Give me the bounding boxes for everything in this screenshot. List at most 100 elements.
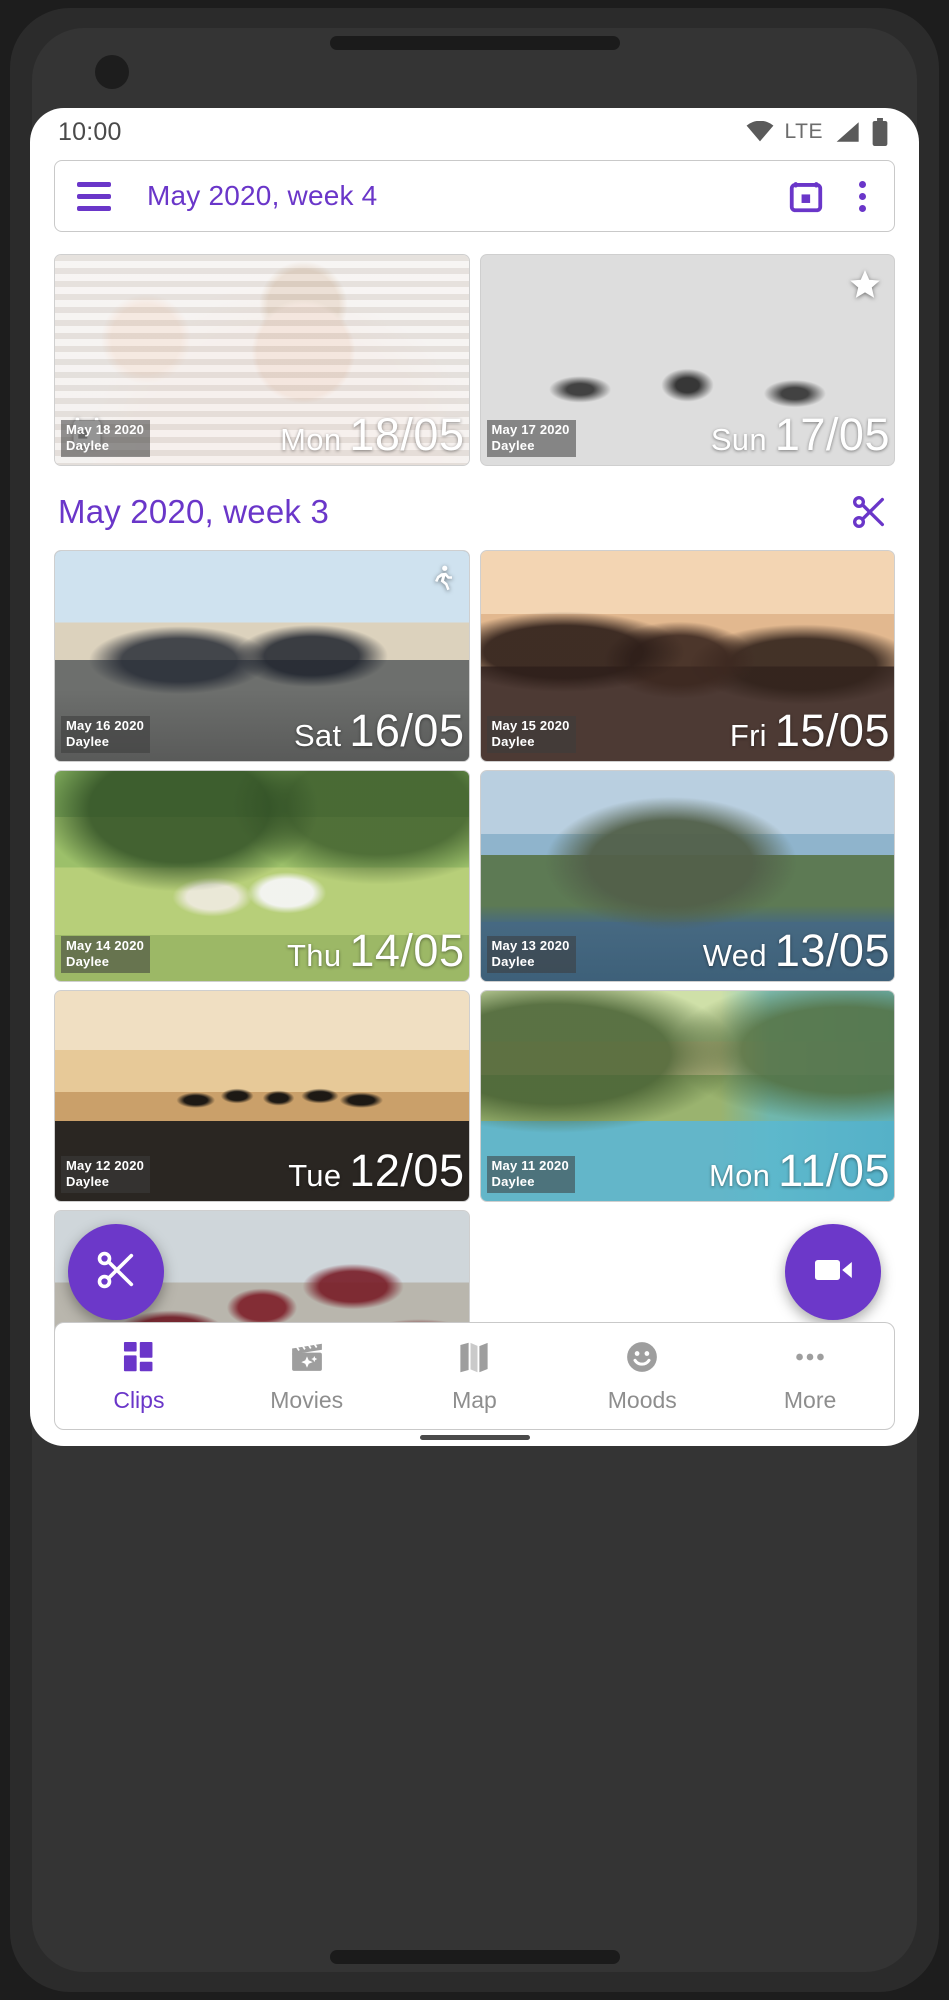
nav-item-moods[interactable]: Moods: [558, 1338, 726, 1414]
network-type-label: LTE: [784, 120, 823, 143]
nav-label: Movies: [270, 1387, 344, 1413]
bottom-speaker: [329, 1950, 620, 1964]
status-bar: 10:00 LTE: [30, 108, 919, 156]
clip-date-label: Sat 16/05: [294, 705, 465, 757]
watermark-app: Daylee: [66, 438, 110, 453]
watermark-app: Daylee: [491, 438, 535, 453]
clip-date: 16/05: [349, 705, 465, 756]
clip-watermark: May 18 2020 Daylee: [61, 420, 151, 457]
clip-date: 12/05: [349, 1145, 465, 1196]
clip-card[interactable]: May 13 2020 Daylee Wed 13/05: [479, 770, 895, 982]
clip-date-label: Tue 12/05: [288, 1145, 464, 1197]
scissors-icon[interactable]: [849, 492, 889, 532]
clip-watermark: May 15 2020 Daylee: [486, 716, 576, 753]
clip-weekday: Thu: [287, 938, 342, 973]
clapperboard-icon: [288, 1338, 326, 1381]
nav-item-clips[interactable]: Clips: [55, 1338, 223, 1414]
running-badge-icon: [427, 563, 457, 598]
clip-date: 18/05: [349, 409, 465, 460]
week4-grid: May 18 2020 Daylee Mon 18/05 May 17 2020…: [30, 254, 919, 466]
wifi-icon: [746, 121, 774, 143]
app-bar-actions: [787, 177, 874, 215]
phone-frame: 10:00 LTE May 2020, week 4 May 18 2020 D…: [0, 0, 949, 2000]
watermark-app: Daylee: [66, 954, 110, 969]
clip-date: 14/05: [349, 925, 465, 976]
status-time: 10:00: [58, 117, 122, 146]
clip-weekday: Tue: [288, 1158, 342, 1193]
week3-grid: May 16 2020 Daylee Sat 16/05 May 15 2020…: [30, 550, 919, 1422]
clip-date: 13/05: [774, 925, 890, 976]
clip-date-label: Mon 11/05: [709, 1145, 890, 1197]
clip-weekday: Sun: [710, 422, 767, 457]
nav-item-map[interactable]: Map: [391, 1338, 559, 1414]
home-indicator: [419, 1435, 530, 1440]
clip-watermark: May 12 2020 Daylee: [61, 1156, 151, 1193]
map-icon: [455, 1338, 493, 1381]
nav-item-movies[interactable]: Movies: [223, 1338, 391, 1414]
watermark-date: May 16 2020: [66, 718, 145, 733]
status-icons: LTE: [746, 118, 889, 146]
watermark-app: Daylee: [491, 734, 535, 749]
smiley-icon: [623, 1338, 661, 1381]
video-camera-icon: [809, 1246, 857, 1299]
overflow-menu-icon[interactable]: [851, 180, 874, 212]
clip-card[interactable]: May 17 2020 Daylee Sun 17/05: [479, 254, 895, 466]
earpiece-speaker: [329, 36, 620, 50]
watermark-app: Daylee: [66, 734, 110, 749]
clip-weekday: Mon: [709, 1158, 771, 1193]
clip-date: 15/05: [774, 705, 890, 756]
watermark-app: Daylee: [66, 1174, 110, 1189]
clip-date-label: Mon 18/05: [280, 409, 464, 461]
clip-watermark: May 11 2020 Daylee: [486, 1156, 575, 1193]
watermark-date: May 12 2020: [66, 1158, 145, 1173]
clip-date: 17/05: [774, 409, 890, 460]
clip-date-label: Fri 15/05: [730, 705, 890, 757]
clip-card[interactable]: May 18 2020 Daylee Mon 18/05: [54, 254, 470, 466]
clip-watermark: May 14 2020 Daylee: [61, 936, 151, 973]
clip-weekday: Wed: [702, 938, 767, 973]
watermark-app: Daylee: [491, 954, 535, 969]
clip-weekday: Sat: [293, 718, 342, 753]
front-camera: [95, 55, 129, 89]
ellipsis-icon: [791, 1338, 829, 1381]
power-button[interactable]: [940, 720, 947, 930]
nav-label: Map: [452, 1387, 497, 1413]
clip-watermark: May 13 2020 Daylee: [486, 936, 576, 973]
clip-watermark: May 17 2020 Daylee: [486, 420, 576, 457]
clip-card[interactable]: May 16 2020 Daylee Sat 16/05: [54, 550, 470, 762]
scissors-icon: [93, 1247, 139, 1298]
watermark-date: May 14 2020: [66, 938, 145, 953]
watermark-date: May 15 2020: [491, 718, 570, 733]
nav-item-more[interactable]: More: [726, 1338, 894, 1414]
nav-label: Moods: [607, 1387, 677, 1413]
clip-date-label: Thu 14/05: [287, 925, 464, 977]
nav-label: More: [783, 1387, 837, 1413]
grid-icon: [120, 1338, 158, 1381]
watermark-date: May 17 2020: [491, 422, 570, 437]
clip-card[interactable]: May 11 2020 Daylee Mon 11/05: [479, 990, 895, 1202]
star-badge-icon: [848, 267, 882, 306]
bottom-navigation-bar: Clips Movies Map Moods More: [54, 1322, 895, 1430]
calendar-icon[interactable]: [787, 177, 825, 215]
clip-card[interactable]: May 15 2020 Daylee Fri 15/05: [479, 550, 895, 762]
clip-card[interactable]: May 12 2020 Daylee Tue 12/05: [54, 990, 470, 1202]
signal-icon: [834, 121, 860, 143]
hamburger-menu-icon[interactable]: [77, 181, 111, 211]
app-bar: May 2020, week 4: [54, 160, 895, 232]
watermark-date: May 18 2020: [66, 422, 145, 437]
cut-fab-button[interactable]: [68, 1224, 164, 1320]
clip-watermark: May 16 2020 Daylee: [61, 716, 151, 753]
watermark-date: May 11 2020: [491, 1158, 569, 1173]
section-title: May 2020, week 3: [58, 493, 330, 530]
clip-date: 11/05: [778, 1145, 890, 1196]
clip-weekday: Mon: [280, 422, 342, 457]
battery-icon: [871, 118, 889, 146]
clip-weekday: Fri: [729, 718, 767, 753]
clip-card[interactable]: May 14 2020 Daylee Thu 14/05: [54, 770, 470, 982]
record-video-fab-button[interactable]: [785, 1224, 881, 1320]
watermark-app: Daylee: [491, 1174, 535, 1189]
page-title: May 2020, week 4: [147, 180, 378, 211]
clip-date-label: Wed 13/05: [703, 925, 890, 977]
clip-date-label: Sun 17/05: [711, 409, 890, 461]
week3-header: May 2020, week 3: [30, 466, 919, 550]
